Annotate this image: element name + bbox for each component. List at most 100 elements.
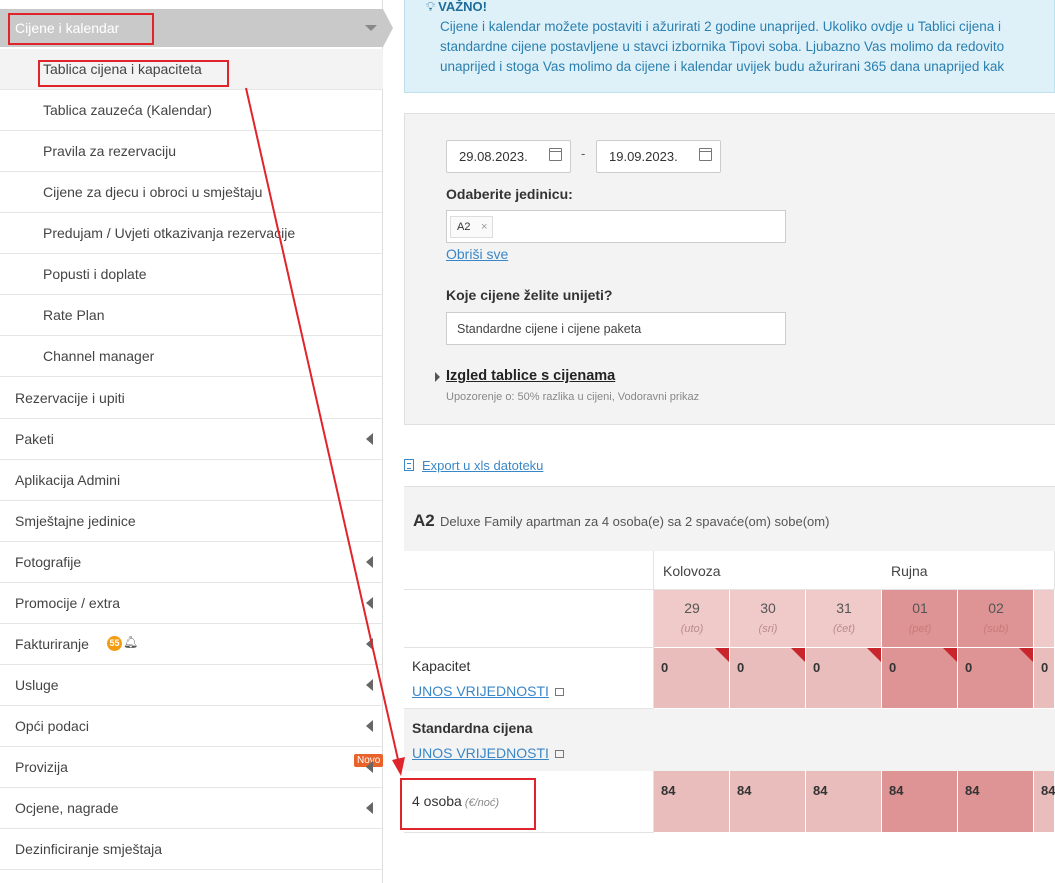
sidebar-item-promocije[interactable]: Promocije / extra: [0, 583, 383, 624]
sidebar-item-popusti[interactable]: Popusti i doplate: [0, 254, 383, 295]
day-header: 29 (uto): [654, 590, 730, 648]
sidebar-item-usluge[interactable]: Usluge: [0, 665, 383, 706]
capacity-row-header: Kapacitet UNOS VRIJEDNOSTI: [404, 648, 654, 709]
price-value: 84: [813, 783, 828, 798]
chevron-right-icon[interactable]: [435, 372, 440, 382]
unit-tag-label: A2: [457, 221, 471, 233]
corner-flag-icon: [715, 648, 729, 662]
close-icon[interactable]: ×: [481, 217, 487, 237]
date-from-field[interactable]: 29.08.2023.: [446, 140, 571, 173]
price-cell[interactable]: 84: [654, 771, 730, 833]
sidebar-item-aplikacija-admini[interactable]: Aplikacija Admini: [0, 460, 383, 501]
sidebar-item-dezinficiranje[interactable]: Dezinficiranje smještaja: [0, 829, 383, 870]
capacity-value: 0: [965, 660, 973, 675]
price-value: 84: [965, 783, 980, 798]
sidebar-item-label: Tablica zauzeća (Kalendar): [43, 102, 212, 118]
price-cell[interactable]: 84: [958, 771, 1034, 833]
sidebar-item-label: Smještajne jedinice: [15, 513, 136, 529]
sidebar-item-opci-podaci[interactable]: Opći podaci: [0, 706, 383, 747]
sidebar-item-provizija[interactable]: Provizija Novo: [0, 747, 384, 788]
sidebar-item-pravila[interactable]: Pravila za rezervaciju: [0, 131, 383, 172]
capacity-value: 0: [1041, 660, 1049, 675]
sidebar-item-label: Channel manager: [43, 348, 155, 364]
corner-flag-icon: [867, 648, 881, 662]
sidebar-item-tablica-zauzeca[interactable]: Tablica zauzeća (Kalendar): [0, 90, 383, 131]
day-number: 29: [684, 600, 700, 616]
sidebar-item-fotografije[interactable]: Fotografije: [0, 542, 383, 583]
capacity-input-link[interactable]: UNOS VRIJEDNOSTI: [412, 683, 564, 699]
sidebar-item-label: Cijene za djecu i obroci u smještaju: [43, 184, 263, 200]
capacity-cell[interactable]: 0: [958, 648, 1034, 709]
sidebar-item-label: Promocije / extra: [15, 595, 121, 611]
expand-left-icon: [366, 433, 373, 445]
day-header: 30 (sri): [730, 590, 806, 648]
price-value: 84: [1041, 783, 1055, 798]
capacity-cell[interactable]: 0: [1034, 648, 1055, 709]
price-cell[interactable]: 84: [1034, 771, 1055, 833]
sidebar-item-label: Rezervacije i upiti: [15, 390, 125, 406]
lightbulb-icon: 💡︎: [426, 0, 436, 14]
capacity-label: Kapacitet: [412, 658, 471, 674]
table-layout-toggle[interactable]: Izgled tablice s cijenama: [446, 368, 615, 384]
unit-description: Deluxe Family apartman za 4 osoba(e) sa …: [440, 514, 830, 529]
table-corner-cell: [404, 551, 654, 590]
day-header: [1034, 590, 1055, 648]
sidebar-item-channel-manager[interactable]: Channel manager: [0, 336, 383, 377]
sidebar-item-label: Popusti i doplate: [43, 266, 147, 282]
page-root: Cijene i kalendar Tablica cijena i kapac…: [0, 0, 1055, 883]
calendar-icon[interactable]: [549, 148, 562, 161]
standard-price-input-link-label: UNOS VRIJEDNOSTI: [412, 745, 549, 761]
clear-all-link[interactable]: Obriši sve: [446, 246, 508, 262]
day-name: (sub): [983, 623, 1009, 635]
capacity-cell[interactable]: 0: [882, 648, 958, 709]
day-name: (pet): [908, 623, 932, 635]
main-content: 💡︎ VAŽNO! Cijene i kalendar možete postav…: [404, 0, 1055, 883]
table-corner-cell: [404, 590, 654, 648]
sidebar-item-paketi[interactable]: Paketi: [0, 419, 383, 460]
day-number: 01: [912, 600, 928, 616]
capacity-value: 0: [737, 660, 745, 675]
sidebar-item-rate-plan[interactable]: Rate Plan: [0, 295, 383, 336]
active-pointer-icon: [383, 9, 393, 47]
sidebar-item-label: Opći podaci: [15, 718, 89, 734]
sidebar-item-label: Predujam / Uvjeti otkazivanja rezervacij…: [43, 225, 296, 241]
notice-line: standardne cijene postavljene u stavci i…: [440, 39, 1005, 54]
unit-multiselect[interactable]: A2 ×: [446, 210, 786, 243]
sidebar-item-predujam[interactable]: Predujam / Uvjeti otkazivanja rezervacij…: [0, 213, 383, 254]
capacity-cell[interactable]: 0: [806, 648, 882, 709]
date-to-field[interactable]: 19.09.2023.: [596, 140, 721, 173]
notice-line: Cijene i kalendar možete postaviti i ažu…: [440, 19, 1002, 34]
expand-left-icon: [366, 720, 373, 732]
notice-text: Cijene i kalendar možete postaviti i ažu…: [440, 17, 1055, 77]
price-cell[interactable]: 84: [730, 771, 806, 833]
sidebar-item-fakturiranje[interactable]: Fakturiranje 55 🔔︎: [0, 624, 383, 665]
expand-left-icon: [366, 556, 373, 568]
standard-price-input-link[interactable]: UNOS VRIJEDNOSTI: [412, 745, 564, 761]
important-notice: 💡︎ VAŽNO! Cijene i kalendar možete postav…: [404, 0, 1055, 93]
sidebar-item-rezervacije[interactable]: Rezervacije i upiti: [0, 378, 383, 419]
sidebar-item-label: Pravila za rezervaciju: [43, 143, 177, 159]
filter-panel: 29.08.2023. - 19.09.2023. Odaberite jedi…: [404, 113, 1055, 425]
sidebar-item-cijene-djeca[interactable]: Cijene za djecu i obroci u smještaju: [0, 172, 383, 213]
notice-title: 💡︎ VAŽNO!: [426, 0, 487, 15]
calendar-icon[interactable]: [699, 148, 712, 161]
sidebar-item-smjestajne-jedinice[interactable]: Smještajne jedinice: [0, 501, 383, 542]
capacity-cell[interactable]: 0: [654, 648, 730, 709]
price-value: 84: [889, 783, 904, 798]
month-label: Kolovoza: [663, 563, 721, 579]
unit-select-label: Odaberite jedinicu:: [446, 186, 573, 202]
price-cell[interactable]: 84: [806, 771, 882, 833]
price-type-select[interactable]: Standardne cijene i cijene paketa: [446, 312, 786, 345]
sidebar-item-ocjene[interactable]: Ocjene, nagrade: [0, 788, 383, 829]
sidebar-item-label: Paketi: [15, 431, 54, 447]
external-window-icon: [554, 750, 564, 758]
day-number: 31: [836, 600, 852, 616]
capacity-cell[interactable]: 0: [730, 648, 806, 709]
sidebar-item-label: Provizija: [15, 759, 68, 775]
month-label: Rujna: [891, 563, 928, 579]
sidebar-item-label: Dezinficiranje smještaja: [15, 841, 163, 857]
export-xls-link[interactable]: Export u xls datoteku: [404, 458, 543, 473]
corner-flag-icon: [943, 648, 957, 662]
price-cell[interactable]: 84: [882, 771, 958, 833]
standard-price-label: Standardna cijena: [412, 720, 533, 736]
